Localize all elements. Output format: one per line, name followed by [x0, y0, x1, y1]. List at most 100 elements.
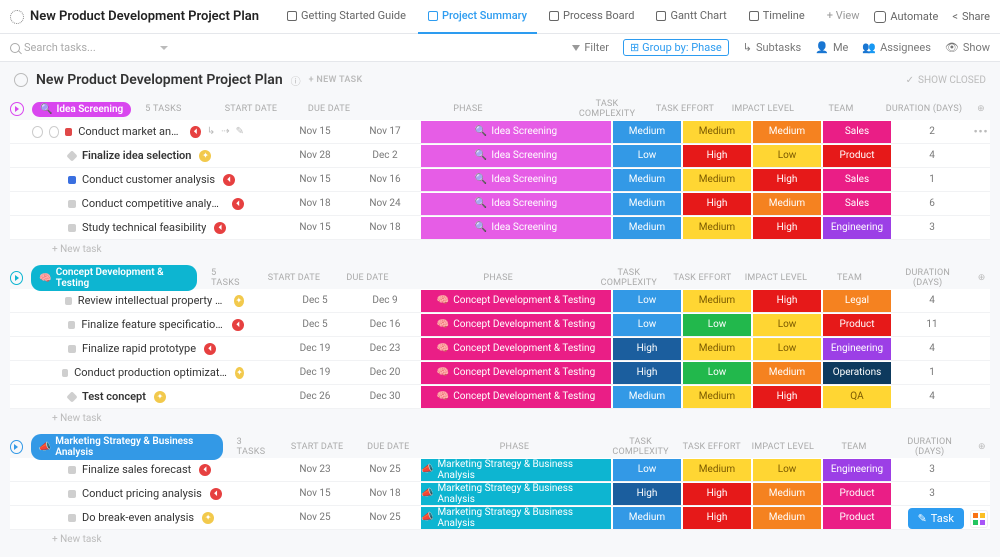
group-toggle[interactable]	[10, 440, 23, 454]
start-date[interactable]: Nov 15	[280, 222, 350, 233]
task-title[interactable]: Study technical feasibility	[82, 221, 206, 234]
col-due[interactable]: DUE DATE	[357, 442, 420, 452]
impact-cell[interactable]: High	[753, 217, 821, 239]
impact-cell[interactable]: Low	[753, 314, 821, 336]
task-row[interactable]: Finalize sales forecast⏴Nov 23Nov 25📣Mar…	[10, 458, 990, 482]
start-date[interactable]: Nov 18	[280, 198, 350, 209]
col-complexity[interactable]: TASK COMPLEXITY	[609, 437, 672, 457]
phase-cell[interactable]: 🔍Idea Screening	[421, 121, 611, 143]
complexity-cell[interactable]: Medium	[613, 169, 681, 191]
effort-cell[interactable]: Medium	[683, 169, 751, 191]
duration-cell[interactable]: 3	[892, 464, 972, 475]
task-row[interactable]: Study technical feasibility⏴Nov 15Nov 18…	[10, 216, 990, 240]
group-toggle[interactable]	[10, 271, 23, 285]
effort-cell[interactable]: Medium	[683, 459, 751, 481]
due-date[interactable]: Dec 16	[350, 319, 420, 330]
group-chip[interactable]: 🔍Idea Screening	[32, 102, 131, 117]
task-title[interactable]: Conduct pricing analysis	[82, 487, 202, 500]
priority-badge[interactable]: ✦	[234, 295, 244, 307]
tab-getting-started-guide[interactable]: Getting Started Guide	[277, 0, 416, 34]
team-cell[interactable]: Sales	[823, 169, 891, 191]
new-task-inline[interactable]: + NEW TASK	[309, 75, 363, 85]
status-square[interactable]	[68, 321, 76, 329]
status-square[interactable]	[68, 200, 76, 208]
phase-cell[interactable]: 🧠Concept Development & Testing	[421, 386, 611, 408]
col-impact[interactable]: IMPACT LEVEL	[743, 273, 809, 283]
phase-cell[interactable]: 📣Marketing Strategy & Business Analysis	[421, 507, 611, 529]
phase-cell[interactable]: 🔍Idea Screening	[421, 217, 611, 239]
effort-cell[interactable]: Medium	[683, 290, 751, 312]
show-closed-button[interactable]: ✓ SHOW CLOSED	[906, 75, 986, 86]
col-team[interactable]: TEAM	[822, 442, 885, 452]
task-title[interactable]: Conduct market analysis	[78, 125, 182, 138]
duration-cell[interactable]: 4	[892, 295, 972, 306]
duration-cell[interactable]: 1	[892, 174, 972, 185]
team-cell[interactable]: Engineering	[823, 217, 891, 239]
col-start[interactable]: START DATE	[216, 104, 286, 114]
new-task-row[interactable]: + New task	[10, 409, 990, 426]
effort-cell[interactable]: Medium	[683, 386, 751, 408]
priority-badge[interactable]: ⏴	[214, 222, 226, 234]
task-title[interactable]: Finalize sales forecast	[82, 463, 191, 476]
task-title[interactable]: Finalize idea selection	[82, 149, 191, 162]
status-square[interactable]	[68, 490, 76, 498]
task-row[interactable]: Conduct customer analysis⏴Nov 15Nov 16🔍I…	[10, 168, 990, 192]
me-button[interactable]: 👤 Me	[815, 41, 848, 54]
edit-icon[interactable]: ✎	[236, 126, 244, 137]
impact-cell[interactable]: Low	[753, 145, 821, 167]
col-duration[interactable]: DURATION (DAYS)	[890, 268, 965, 288]
col-phase[interactable]: PHASE	[408, 273, 588, 283]
impact-cell[interactable]: High	[753, 290, 821, 312]
apps-grid-button[interactable]	[970, 510, 988, 528]
assignees-button[interactable]: 👥 Assignees	[862, 41, 931, 54]
task-title[interactable]: Conduct customer analysis	[82, 173, 215, 186]
duration-cell[interactable]: 3	[892, 488, 972, 499]
effort-cell[interactable]: High	[683, 193, 751, 215]
subtask-icon[interactable]: ↳	[207, 126, 215, 137]
row-more[interactable]: •••	[972, 125, 990, 138]
status-square[interactable]	[68, 176, 76, 184]
task-row[interactable]: Finalize feature specifications⏴Dec 5Dec…	[10, 313, 990, 337]
status-square[interactable]	[66, 391, 77, 402]
complexity-cell[interactable]: Medium	[613, 386, 681, 408]
effort-cell[interactable]: High	[683, 483, 751, 505]
search-input[interactable]: Search tasks...	[10, 41, 562, 54]
start-date[interactable]: Dec 5	[280, 319, 350, 330]
group-toggle[interactable]	[10, 102, 24, 116]
status-square[interactable]	[68, 466, 76, 474]
effort-cell[interactable]: Low	[683, 314, 751, 336]
col-team[interactable]: TEAM	[806, 104, 876, 114]
complexity-cell[interactable]: Low	[613, 314, 681, 336]
phase-cell[interactable]: 🔍Idea Screening	[421, 145, 611, 167]
col-effort[interactable]: TASK EFFORT	[670, 273, 736, 283]
status-square[interactable]	[65, 128, 72, 136]
start-date[interactable]: Nov 23	[280, 464, 350, 475]
add-view-button[interactable]: + View	[817, 0, 870, 34]
due-date[interactable]: Dec 23	[350, 343, 420, 354]
group-chip[interactable]: 🧠Concept Development & Testing	[31, 265, 197, 291]
add-column-button[interactable]: ⊕	[973, 273, 990, 283]
status-square[interactable]	[66, 150, 77, 161]
complexity-cell[interactable]: Low	[613, 145, 681, 167]
task-title[interactable]: Test concept	[82, 390, 146, 403]
due-date[interactable]: Nov 25	[350, 464, 420, 475]
col-due[interactable]: DUE DATE	[294, 104, 364, 114]
col-effort[interactable]: TASK EFFORT	[680, 442, 743, 452]
impact-cell[interactable]: High	[753, 169, 821, 191]
add-column-button[interactable]: ⊕	[974, 442, 990, 452]
status-square[interactable]	[68, 224, 76, 232]
phase-cell[interactable]: 🧠Concept Development & Testing	[421, 338, 611, 360]
task-row[interactable]: Conduct production optimization analysis…	[10, 361, 990, 385]
team-cell[interactable]: Engineering	[823, 459, 891, 481]
team-cell[interactable]: Engineering	[823, 338, 891, 360]
impact-cell[interactable]: Low	[753, 459, 821, 481]
impact-cell[interactable]: Medium	[753, 507, 821, 529]
col-phase[interactable]: PHASE	[372, 104, 564, 114]
due-date[interactable]: Nov 24	[350, 198, 420, 209]
effort-cell[interactable]: High	[683, 507, 751, 529]
task-title[interactable]: Finalize feature specifications	[81, 318, 224, 331]
complexity-cell[interactable]: Medium	[613, 217, 681, 239]
priority-badge[interactable]: ✦	[202, 512, 214, 524]
info-icon[interactable]: ⓘ	[291, 73, 301, 88]
task-title[interactable]: Conduct competitive analysis	[82, 197, 224, 210]
